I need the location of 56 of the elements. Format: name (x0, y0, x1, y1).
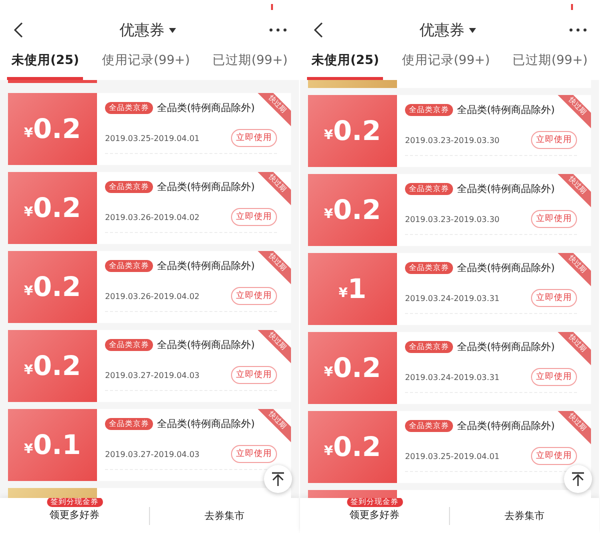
coupon-title: 全品类(特例商品除外) (457, 420, 555, 433)
page-title: 优惠券 (120, 20, 164, 40)
tab[interactable]: 已过期(99+) (208, 44, 292, 80)
coupon-title: 全品类(特例商品除外) (157, 102, 255, 115)
status-indicator (271, 4, 273, 10)
tab[interactable]: 使用记录(99+) (398, 44, 494, 80)
coupon-dates: 2019.03.23-2019.03.30 (405, 214, 500, 224)
coupon-title: 全品类(特例商品除外) (457, 340, 555, 354)
coupon-dates: 2019.03.24-2019.03.31 (405, 372, 500, 382)
page-title: 优惠券 (420, 20, 464, 40)
tab[interactable]: 已过期(99+) (508, 44, 592, 80)
coupon-amount: ¥0.2 (308, 174, 397, 246)
use-now-button[interactable]: 立即使用 (231, 208, 277, 226)
bottom-link[interactable]: 去券集市 (204, 508, 244, 522)
coupon-dates: 2019.03.25-2019.04.01 (105, 134, 200, 142)
bottom-link[interactable]: 领更多好券 (350, 508, 400, 522)
use-now-button[interactable]: 立即使用 (531, 131, 577, 149)
status-indicator (571, 4, 573, 10)
coupon-amount: ¥0.2 (308, 332, 397, 404)
coupon-title: 全品类(特例商品除外) (457, 104, 555, 117)
coupon-amount: ¥1 (308, 253, 397, 325)
caret-icon[interactable] (168, 28, 176, 32)
use-now-button[interactable]: 立即使用 (531, 289, 577, 307)
coupon-amount: ¥0.2 (8, 330, 97, 402)
use-now-button[interactable]: 立即使用 (531, 210, 577, 228)
coupon-dates: 2019.03.27-2019.04.03 (105, 450, 200, 458)
tab[interactable]: 使用记录(99+) (98, 44, 194, 80)
use-now-button[interactable]: 立即使用 (531, 447, 577, 465)
coupon-amount: ¥0.2 (8, 93, 97, 165)
coupon-title: 全品类(特例商品除外) (157, 338, 255, 352)
coupon-title: 全品类(特例商品除外) (457, 262, 555, 275)
use-now-button[interactable]: 立即使用 (231, 129, 277, 147)
coupon-title: 全品类(特例商品除外) (157, 418, 255, 431)
use-now-button[interactable]: 立即使用 (231, 287, 277, 305)
coupon-dates: 2019.03.25-2019.04.01 (405, 452, 500, 460)
use-now-button[interactable]: 立即使用 (231, 445, 277, 463)
coupon-amount: ¥0.2 (308, 411, 397, 483)
coupon-amount: ¥0.2 (8, 172, 97, 244)
coupon-title: 全品类(特例商品除外) (157, 180, 255, 194)
use-now-button[interactable]: 立即使用 (231, 366, 277, 384)
coupon-dates: 2019.03.26-2019.04.02 (105, 212, 200, 222)
coupon-dates: 2019.03.26-2019.04.02 (105, 292, 200, 300)
more-icon[interactable] (569, 28, 587, 32)
more-icon[interactable] (269, 28, 287, 32)
coupon-title: 全品类(特例商品除外) (457, 182, 555, 196)
coupon-dates: 2019.03.23-2019.03.30 (405, 136, 500, 144)
coupon-amount: ¥0.2 (8, 251, 97, 323)
coupon-dates: 2019.03.24-2019.03.31 (405, 294, 500, 302)
caret-icon[interactable] (468, 28, 476, 32)
coupon-amount: ¥0.1 (8, 409, 97, 481)
use-now-button[interactable]: 立即使用 (531, 368, 577, 386)
bottom-link[interactable]: 去券集市 (504, 508, 544, 522)
bottom-link[interactable]: 领更多好券 (50, 508, 100, 522)
coupon-title: 全品类(特例商品除外) (157, 260, 255, 273)
coupon-dates: 2019.03.27-2019.04.03 (105, 370, 200, 380)
coupon-amount: ¥0.2 (308, 95, 397, 167)
